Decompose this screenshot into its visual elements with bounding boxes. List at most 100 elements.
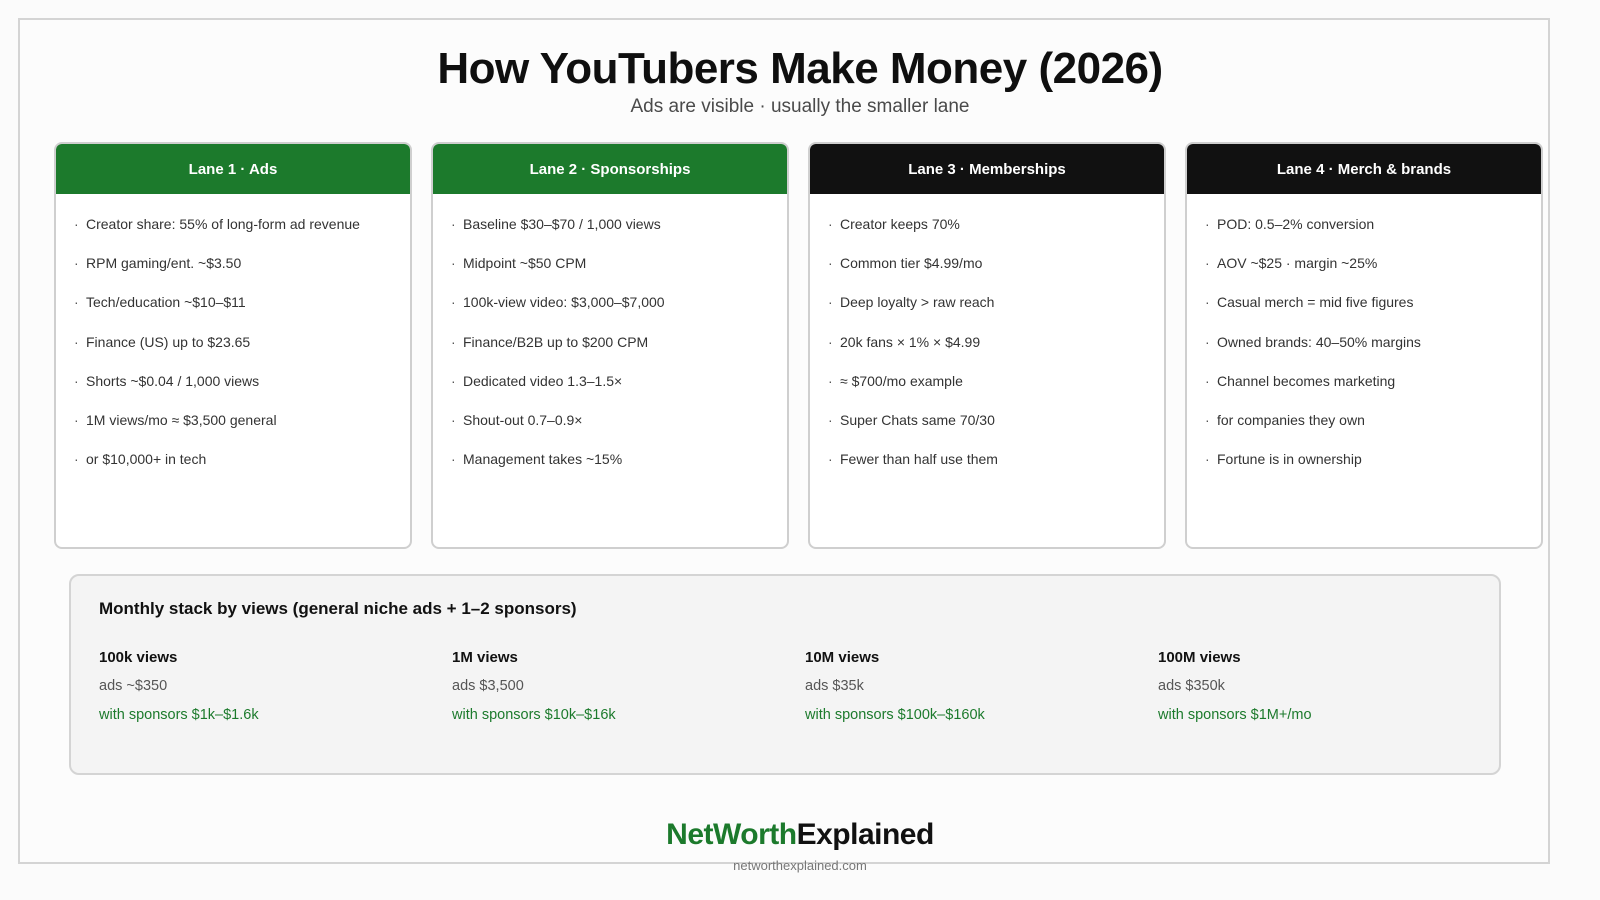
stack-sponsors-value: with sponsors $1k–$1.6k [99,707,259,723]
lane-item: · Channel becomes marketing [1205,373,1523,412]
lane-item-text: 1M views/mo ≈ $3,500 general [86,411,277,428]
lane-item: · Creator keeps 70% [828,216,1146,255]
lane-item-text: Creator share: 55% of long-form ad reven… [86,216,360,232]
lane-item-text: 20k fans × 1% × $4.99 [840,333,981,350]
brand-logo-part2: Explained [796,818,935,851]
lane-list: · POD: 0.5–2% conversion · AOV ~$25 · margi… [1187,194,1541,490]
lane-list: · Baseline $30–$70 / 1,000 views · Midpoint… [433,194,787,490]
lane-item: · Baseline $30–$70 / 1,000 views [451,216,769,255]
lane-item: · or $10,000+ in tech [74,451,392,490]
bullet-icon: · [828,411,833,428]
bullet-icon: · [74,255,79,272]
lane-item: · Finance/B2B up to $200 CPM [451,334,769,373]
stack-sponsors-value: with sponsors $1M+/mo [1158,707,1312,723]
brand-logo-part1: NetWorth [666,818,797,851]
lane-item: · POD: 0.5–2% conversion [1205,216,1523,255]
lane-item-text: Finance/B2B up to $200 CPM [463,333,649,350]
stack-ads-value: ads ~$350 [99,678,168,694]
stack-views-label: 10M views [805,649,880,666]
lane-item: · Finance (US) up to $23.65 [74,334,392,373]
lane-card: Lane 2 · Sponsorships · Baseline $30–$70 /… [431,142,789,549]
bullet-icon: · [828,451,833,468]
lane-item-text: Creator keeps 70% [840,216,960,232]
lane-title: Lane 4 · Merch & brands [1187,144,1541,194]
lane-card: Lane 1 · Ads · Creator share: 55% of long-… [54,142,412,549]
lane-item: · Super Chats same 70/30 [828,412,1146,451]
lane-item-text: for companies they own [1217,411,1365,428]
lane-item: · Casual merch = mid five figures [1205,294,1523,333]
bullet-icon: · [1205,333,1210,350]
lane-item: · Shout-out 0.7–0.9× [451,412,769,451]
lane-item: · Dedicated video 1.3–1.5× [451,373,769,412]
stack-column: 10M views ads $35k with sponsors $100k–$16… [805,649,1158,723]
page-title: How YouTubers Make Money (2026) [437,44,1163,93]
bullet-icon: · [74,411,79,428]
lane-item: · Fewer than half use them [828,451,1146,490]
lane-item-text: Super Chats same 70/30 [840,411,995,428]
lane-item-text: Midpoint ~$50 CPM [463,255,587,272]
lane-item: · AOV ~$25 · margin ~25% [1205,255,1523,294]
lane-item-text: Baseline $30–$70 / 1,000 views [463,216,661,232]
lane-item-text: Owned brands: 40–50% margins [1217,333,1421,350]
lane-item: · Tech/education ~$10–$11 [74,294,392,333]
lane-item-text: Fewer than half use them [840,451,998,468]
lane-item: · Fortune is in ownership [1205,451,1523,490]
stack-column: 1M views ads $3,500 with sponsors $10k–$16… [452,649,805,723]
bullet-icon: · [1205,372,1210,389]
bullet-icon: · [451,451,456,468]
lane-title: Lane 2 · Sponsorships [433,144,787,194]
lane-item-text: Deep loyalty > raw reach [840,294,995,311]
bullet-icon: · [828,216,833,232]
monthly-stack-columns: 100k views ads ~$350 with sponsors $1k–$1.… [99,649,1511,723]
bullet-icon: · [828,372,833,389]
stack-ads-value: ads $35k [805,678,864,694]
lane-item: · Shorts ~$0.04 / 1,000 views [74,373,392,412]
bullet-icon: · [1205,411,1210,428]
stack-ads-value: ads $3,500 [452,678,524,694]
lane-list: · Creator share: 55% of long-form ad reve… [56,194,410,490]
lane-item: · 100k-view video: $3,000–$7,000 [451,294,769,333]
lane-item-text: Dedicated video 1.3–1.5× [463,372,623,389]
bullet-icon: · [1205,451,1210,468]
lane-item: · ≈ $700/mo example [828,373,1146,412]
lane-title: Lane 3 · Memberships [810,144,1164,194]
bullet-icon: · [1205,255,1210,272]
lane-card: Lane 3 · Memberships · Creator keeps 70% · C… [808,142,1166,549]
bullet-icon: · [74,451,79,468]
brand-url: networthexplained.com [733,858,867,873]
lane-item-text: RPM gaming/ent. ~$3.50 [86,255,242,272]
lanes-row: Lane 1 · Ads · Creator share: 55% of long-… [54,142,1543,549]
lane-item-text: Management takes ~15% [463,451,623,468]
bullet-icon: · [828,294,833,311]
stack-column: 100k views ads ~$350 with sponsors $1k–$1.… [99,649,452,723]
bullet-icon: · [451,294,456,311]
bullet-icon: · [1205,216,1210,232]
lane-item-text: Finance (US) up to $23.65 [86,333,251,350]
lane-item-text: Fortune is in ownership [1217,451,1362,468]
stack-sponsors-value: with sponsors $100k–$160k [805,707,985,723]
lane-item-text: POD: 0.5–2% conversion [1217,216,1375,232]
page-subtitle: Ads are visible · usually the smaller la… [630,96,970,117]
lane-list: · Creator keeps 70% · Common tier $4.99/mo ·… [810,194,1164,490]
bullet-icon: · [74,372,79,389]
bullet-icon: · [74,294,79,311]
lane-item: · Creator share: 55% of long-form ad reve… [74,216,392,255]
lane-item-text: or $10,000+ in tech [86,451,207,468]
bullet-icon: · [828,333,833,350]
lane-item: · Deep loyalty > raw reach [828,294,1146,333]
lane-item: · Management takes ~15% [451,451,769,490]
lane-item: · 1M views/mo ≈ $3,500 general [74,412,392,451]
stack-ads-value: ads $350k [1158,678,1225,694]
monthly-stack-panel: Monthly stack by views (general niche ad… [69,574,1501,775]
lane-item: · 20k fans × 1% × $4.99 [828,334,1146,373]
lane-item: · Owned brands: 40–50% margins [1205,334,1523,373]
lane-item: · Common tier $4.99/mo [828,255,1146,294]
lane-title: Lane 1 · Ads [56,144,410,194]
bullet-icon: · [74,216,79,232]
lane-item-text: Tech/education ~$10–$11 [86,294,246,311]
lane-item-text: ≈ $700/mo example [840,372,963,389]
bullet-icon: · [1205,294,1210,311]
lane-item: · for companies they own [1205,412,1523,451]
lane-item-text: AOV ~$25 · margin ~25% [1217,255,1378,272]
lane-item: · Midpoint ~$50 CPM [451,255,769,294]
